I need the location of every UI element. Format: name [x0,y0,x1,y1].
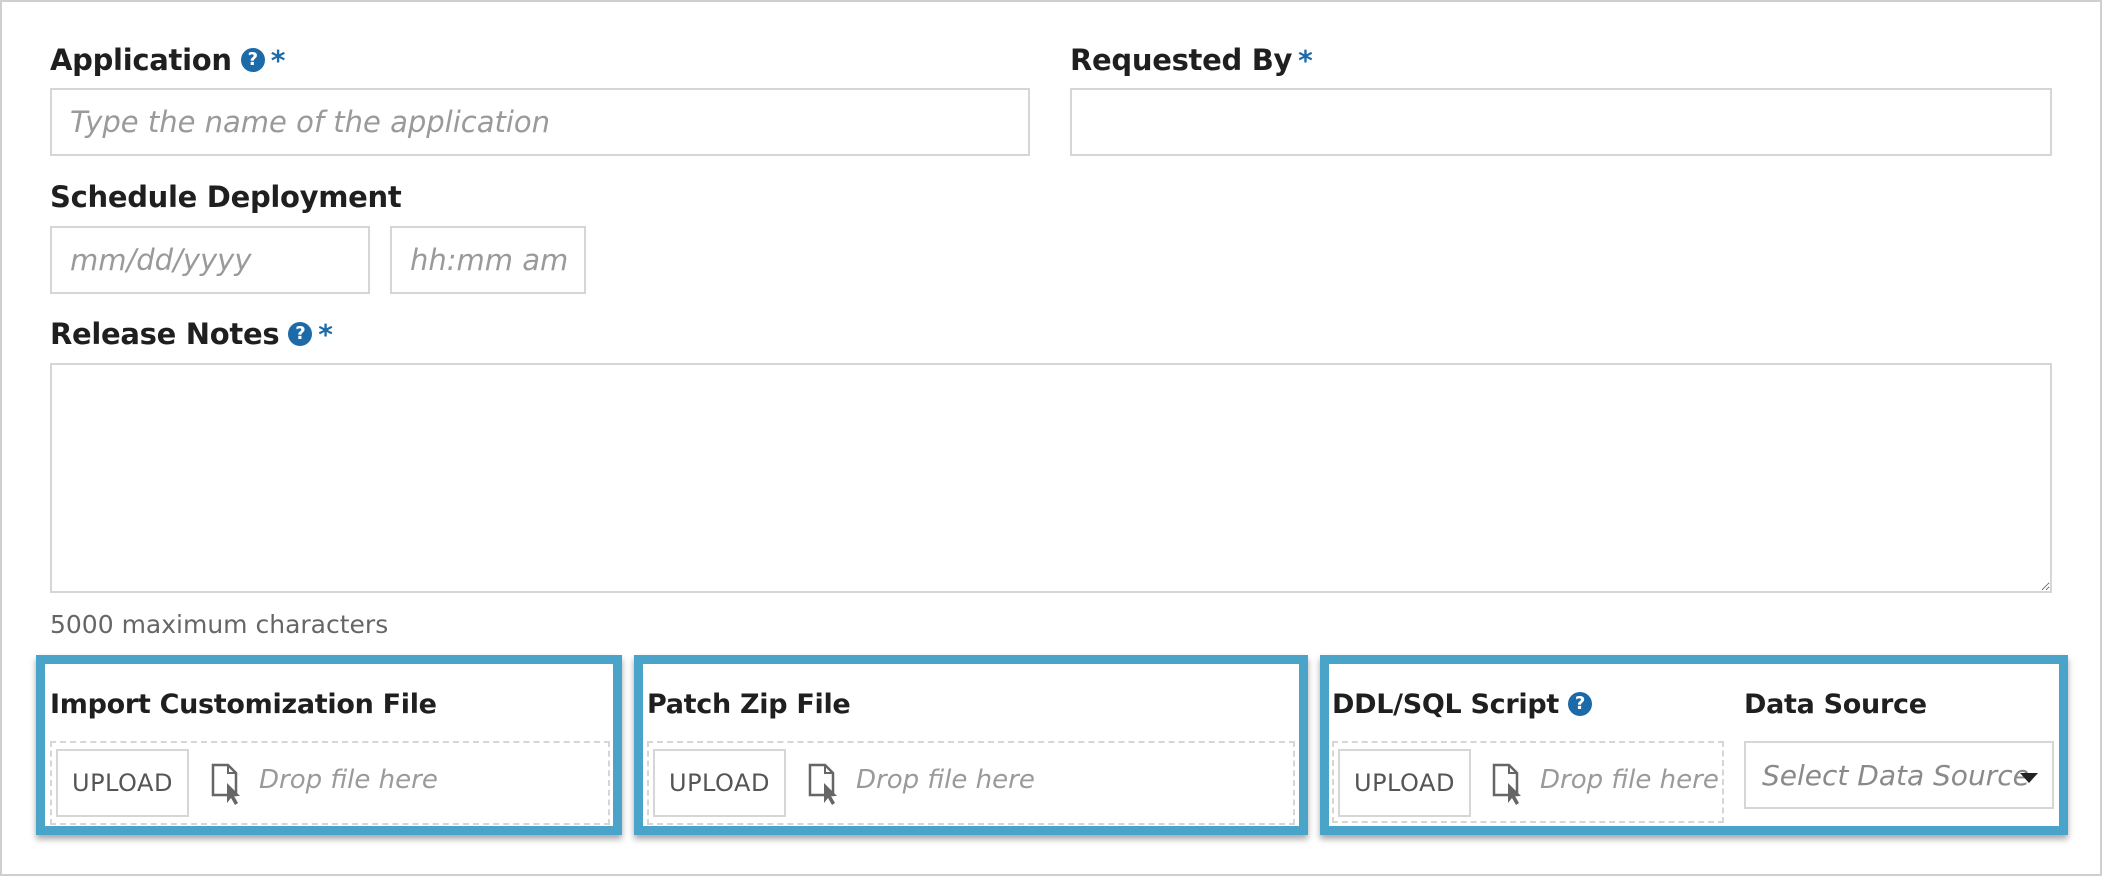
patch-zip-panel: Patch Zip File UPLOAD Drop file here [634,655,1308,835]
patch-zip-dropzone[interactable]: UPLOAD Drop file here [647,741,1295,825]
schedule-deployment-label: Schedule Deployment [50,180,402,214]
application-label: Application ? * [50,40,285,80]
file-drop-icon [808,763,837,805]
file-drop-icon [211,763,240,805]
question-circle-icon[interactable]: ? [1567,692,1592,716]
drop-file-text: Drop file here [856,765,1035,795]
application-label-text: Application [50,43,232,77]
release-notes-label: Release Notes ? * [50,314,333,354]
required-marker: * [1298,43,1313,77]
patch-zip-label: Patch Zip File [647,688,851,720]
question-circle-icon[interactable]: ? [240,48,265,72]
drop-file-text: Drop file here [1540,765,1719,795]
data-source-label: Data Source [1744,688,1927,720]
requested-by-label: Requested By * [1070,40,1313,80]
caret-down-icon [2020,773,2038,783]
release-notes-hint: 5000 maximum characters [50,610,389,639]
patch-zip-upload-button[interactable]: UPLOAD [653,749,786,817]
required-marker: * [270,43,286,77]
release-notes-label-text: Release Notes [50,317,280,351]
schedule-time-input[interactable] [390,226,586,294]
drop-file-text: Drop file here [259,765,438,795]
import-customization-panel: Import Customization File UPLOAD Drop fi… [36,655,622,835]
application-input[interactable] [50,88,1030,156]
requested-by-label-text: Requested By [1070,43,1293,77]
requested-by-input[interactable] [1070,88,2052,156]
question-circle-icon[interactable]: ? [288,322,313,346]
ddl-sql-panel: DDL/SQL Script ? UPLOAD Drop file here D… [1320,655,2068,835]
ddl-sql-label: DDL/SQL Script ? [1332,686,1592,722]
ddl-sql-dropzone[interactable]: UPLOAD Drop file here [1332,741,1724,823]
release-notes-textarea[interactable] [50,363,2052,593]
data-source-placeholder: Select Data Source [1762,758,2030,792]
import-customization-dropzone[interactable]: UPLOAD Drop file here [50,741,610,825]
ddl-sql-upload-button[interactable]: UPLOAD [1338,749,1471,817]
import-customization-label: Import Customization File [50,688,437,720]
file-drop-icon [1492,763,1521,805]
required-marker: * [318,317,333,351]
import-customization-upload-button[interactable]: UPLOAD [56,749,189,817]
data-source-select[interactable]: Select Data Source [1744,741,2054,809]
schedule-date-input[interactable] [50,226,370,294]
ddl-sql-label-text: DDL/SQL Script [1332,688,1559,720]
